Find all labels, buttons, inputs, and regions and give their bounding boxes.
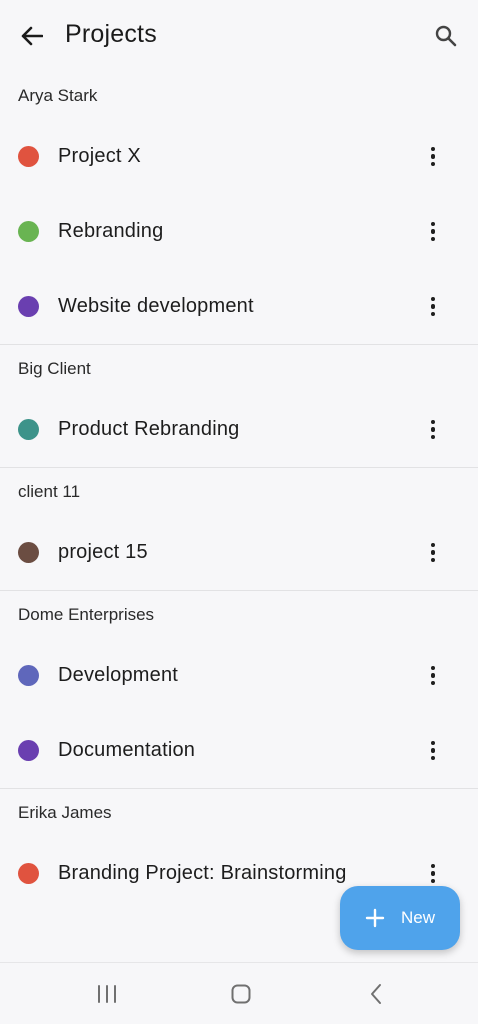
home-button[interactable] — [221, 979, 261, 1009]
project-color-dot — [18, 665, 39, 686]
kebab-dot — [430, 229, 436, 234]
project-group: Arya Stark Project X Rebranding Website dev… — [0, 72, 478, 345]
project-list-item[interactable]: Website development — [0, 269, 478, 344]
kebab-dot — [430, 311, 436, 317]
kebab-dot — [430, 550, 436, 555]
more-options-icon[interactable] — [420, 212, 446, 252]
kebab-dot — [430, 304, 436, 309]
client-group-header: Big Client — [18, 358, 91, 378]
arrow-left-icon — [21, 26, 43, 46]
kebab-dot — [430, 154, 436, 159]
project-list-item[interactable]: Rebranding — [0, 194, 478, 269]
more-options-icon[interactable] — [420, 410, 446, 450]
client-group-header: Arya Stark — [18, 85, 98, 105]
search-button[interactable] — [428, 20, 464, 52]
recents-button[interactable] — [87, 979, 127, 1009]
more-options-icon[interactable] — [420, 656, 446, 696]
kebab-dot — [430, 748, 436, 753]
kebab-dot — [430, 419, 436, 425]
client-group-header: Erika James — [18, 802, 112, 822]
plus-icon — [365, 908, 385, 928]
project-list-item[interactable]: Project X — [0, 119, 478, 194]
project-name: Product Rebranding — [58, 418, 240, 440]
kebab-dot — [430, 236, 436, 242]
project-list-item[interactable]: Development — [0, 638, 478, 713]
project-color-dot — [18, 542, 39, 563]
project-list-item[interactable]: project 15 — [0, 515, 478, 590]
project-color-dot — [18, 146, 39, 167]
kebab-dot — [430, 427, 436, 432]
kebab-dot — [430, 296, 436, 302]
project-name: Documentation — [58, 739, 196, 761]
new-project-button[interactable]: New — [340, 886, 460, 950]
new-button-label: New — [400, 908, 435, 927]
kebab-dot — [430, 673, 436, 678]
project-color-dot — [18, 740, 39, 761]
kebab-dot — [430, 665, 436, 671]
project-color-dot — [18, 419, 39, 440]
project-name: project 15 — [58, 541, 148, 563]
app-bar: Projects — [0, 0, 478, 72]
more-options-icon[interactable] — [420, 137, 446, 177]
project-name: Rebranding — [58, 220, 164, 242]
kebab-dot — [430, 434, 436, 440]
kebab-dot — [430, 557, 436, 563]
kebab-dot — [430, 878, 436, 884]
home-icon — [231, 984, 251, 1004]
project-name: Website development — [58, 295, 254, 317]
project-color-dot — [18, 863, 39, 884]
more-options-icon[interactable] — [420, 731, 446, 771]
project-list-item[interactable]: Documentation — [0, 713, 478, 788]
kebab-dot — [430, 161, 436, 167]
kebab-dot — [430, 740, 436, 746]
kebab-dot — [430, 542, 436, 548]
project-list: Arya Stark Project X Rebranding Website dev… — [0, 72, 478, 911]
project-group: Big Client Product Rebranding — [0, 345, 478, 468]
project-name: Branding Project: Brainstorming — [58, 862, 347, 884]
recents-icon — [98, 985, 116, 1003]
project-list-item[interactable]: Product Rebranding — [0, 392, 478, 467]
nav-back-icon — [371, 984, 381, 1004]
project-group: client 11 project 15 — [0, 468, 478, 591]
project-group: Dome Enterprises Development Documentation — [0, 591, 478, 789]
page-title: Projects — [65, 20, 157, 48]
system-back-button[interactable] — [356, 979, 396, 1009]
client-group-header: Dome Enterprises — [18, 604, 155, 624]
system-navigation-bar — [0, 962, 478, 1024]
kebab-dot — [430, 863, 436, 869]
project-color-dot — [18, 296, 39, 317]
kebab-dot — [430, 680, 436, 686]
project-name: Development — [58, 664, 179, 686]
more-options-icon[interactable] — [420, 533, 446, 573]
kebab-dot — [430, 755, 436, 761]
project-color-dot — [18, 221, 39, 242]
kebab-dot — [430, 146, 436, 152]
kebab-dot — [430, 871, 436, 876]
project-name: Project X — [58, 145, 141, 167]
search-icon — [435, 25, 457, 47]
kebab-dot — [430, 221, 436, 227]
back-button[interactable] — [14, 20, 50, 52]
more-options-icon[interactable] — [420, 287, 446, 327]
client-group-header: client 11 — [18, 481, 81, 501]
